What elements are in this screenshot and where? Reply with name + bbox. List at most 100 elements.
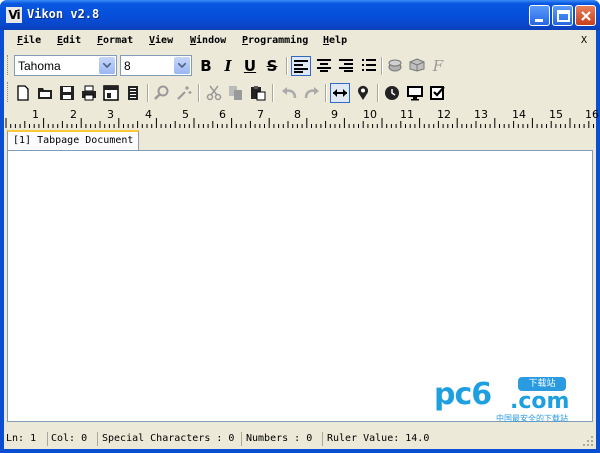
font-style-button[interactable]: F [428,56,448,76]
toolbar-separator [147,84,149,102]
font-name-select[interactable]: Tahoma [14,55,117,76]
resize-grip-icon[interactable] [582,435,594,447]
cube-icon [409,58,425,72]
ruler-number: 14 [512,108,526,121]
word-wrap-button[interactable] [330,83,350,103]
ruler[interactable]: 1 2 3 4 5 6 7 8 9 10 11 12 13 14 15 16 [4,106,599,128]
magnifier-icon [154,85,169,100]
insert-time-button[interactable] [382,83,402,103]
bullet-list-button[interactable] [359,56,379,76]
document-icon [128,86,138,100]
chevron-down-icon[interactable] [99,57,115,74]
align-right-button[interactable] [336,56,356,76]
tab-document[interactable]: [1] Tabpage Document [7,130,139,150]
align-center-button[interactable] [314,56,334,76]
ruler-number: 7 [257,108,264,121]
print-button[interactable] [79,83,99,103]
status-separator [97,432,98,446]
redo-icon [304,87,319,99]
toolbar-grip[interactable] [7,82,10,102]
format-toolbar: Tahoma 8 B I U S F [4,52,596,79]
ruler-number: 8 [294,108,301,121]
map-pin-icon [358,85,368,100]
status-ruler-value: Ruler Value: 14.0 [327,433,430,444]
status-separator [322,432,323,446]
printer-icon [82,85,96,101]
goto-button[interactable] [353,83,373,103]
chevron-down-icon[interactable] [174,57,190,74]
menu-programming[interactable]: Programming [242,35,308,46]
align-left-icon [294,60,308,73]
replace-button[interactable] [174,83,194,103]
redo-button[interactable] [302,83,322,103]
fullscreen-button[interactable] [405,83,425,103]
open-file-button[interactable] [35,83,55,103]
app-logo-icon: Vi [6,7,22,23]
find-button[interactable] [152,83,172,103]
tab-label: [1] Tabpage Document [13,135,134,146]
menu-view[interactable]: View [149,35,173,46]
copy-icon [229,86,242,100]
underline-button[interactable]: U [240,56,260,76]
ruler-number: 6 [219,108,226,121]
ruler-number: 3 [107,108,114,121]
minimize-button[interactable] [529,5,550,26]
ruler-number: 16 [585,108,599,121]
toolbar-grip[interactable] [7,55,10,75]
paste-button[interactable] [248,83,268,103]
copy-button[interactable] [226,83,246,103]
new-file-icon [17,85,29,101]
undo-icon [282,87,297,99]
font-size-value: 8 [124,59,131,73]
italic-button[interactable]: I [218,56,238,76]
client-area: File Edit Format View Window Programming… [4,30,599,449]
background-color-button[interactable] [407,56,427,76]
ruler-number: 9 [331,108,338,121]
cut-button[interactable] [204,83,224,103]
editor-area[interactable]: pc6 下载站 .com 中国最安全的下载站 [7,150,593,423]
ruler-number: 4 [145,108,152,121]
menu-window[interactable]: Window [190,35,226,46]
layout-icon [103,85,119,101]
strikethrough-button[interactable]: S [262,56,282,76]
status-special-characters: Special Characters : 0 [102,433,235,444]
close-button[interactable] [575,5,596,26]
align-left-button[interactable] [291,56,311,76]
menu-format[interactable]: Format [97,35,133,46]
status-numbers: Numbers : 0 [246,433,313,444]
text-color-button[interactable] [385,56,405,76]
magic-wand-icon [177,86,192,100]
new-file-button[interactable] [13,83,33,103]
font-size-select[interactable]: 8 [120,55,192,76]
status-line: Ln: 1 [6,433,37,444]
paint-bucket-icon [388,59,402,72]
menu-close-button[interactable]: X [581,35,587,46]
ruler-number: 2 [70,108,77,121]
toolbar-separator [272,84,274,102]
document-properties-button[interactable] [123,83,143,103]
checkbox-icon [430,86,445,100]
status-bar: Ln: 1 Col: 0 Special Characters : 0 Numb… [4,429,596,449]
floppy-disk-icon [60,86,74,100]
align-right-icon [339,59,353,72]
toolbar-separator [198,84,200,102]
save-button[interactable] [57,83,77,103]
menu-file[interactable]: File [17,35,41,46]
maximize-button[interactable] [552,5,573,26]
monitor-icon [407,86,423,101]
folder-open-icon [38,88,52,99]
menu-edit[interactable]: Edit [57,35,81,46]
toolbar-separator [377,84,379,102]
undo-button[interactable] [279,83,299,103]
ruler-number: 12 [437,108,451,121]
horizontal-arrows-icon [333,89,347,97]
bold-button[interactable]: B [196,56,216,76]
spell-check-button[interactable] [428,83,448,103]
menu-help[interactable]: Help [323,35,347,46]
title-bar[interactable]: Vi Vikon v2.8 [0,0,600,30]
ruler-number: 10 [363,108,377,121]
status-separator [47,432,48,446]
print-preview-button[interactable] [101,83,121,103]
status-separator [241,432,242,446]
clock-icon [385,86,399,100]
